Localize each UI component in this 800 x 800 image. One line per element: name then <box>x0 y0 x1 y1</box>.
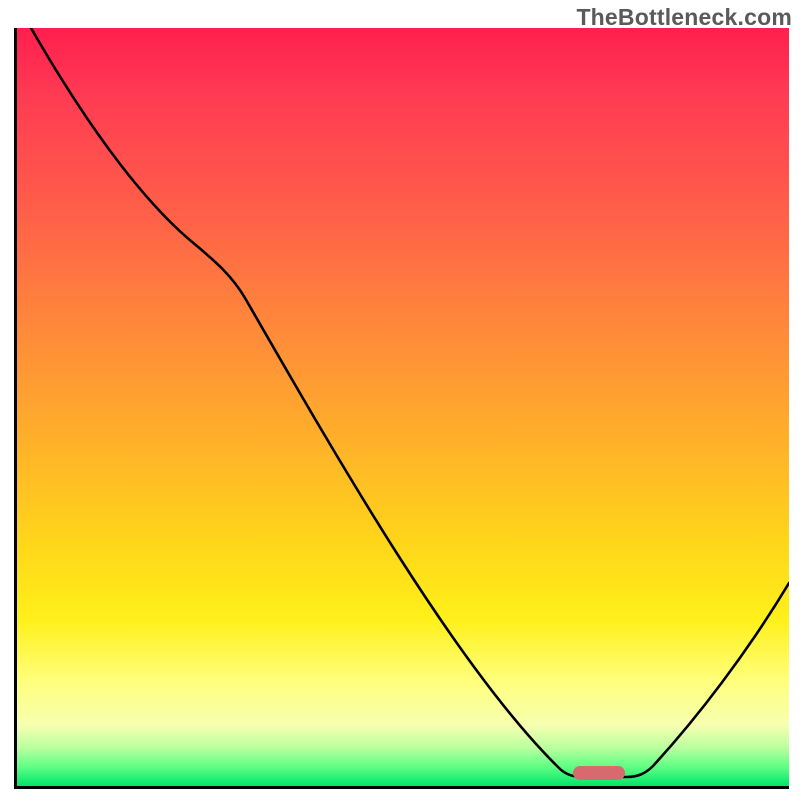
chart-container: TheBottleneck.com <box>0 0 800 800</box>
watermark-label: TheBottleneck.com <box>576 4 792 31</box>
optimal-point-marker <box>573 766 625 780</box>
plot-area <box>14 28 789 789</box>
curve-path <box>31 28 789 777</box>
bottleneck-curve <box>17 28 789 786</box>
